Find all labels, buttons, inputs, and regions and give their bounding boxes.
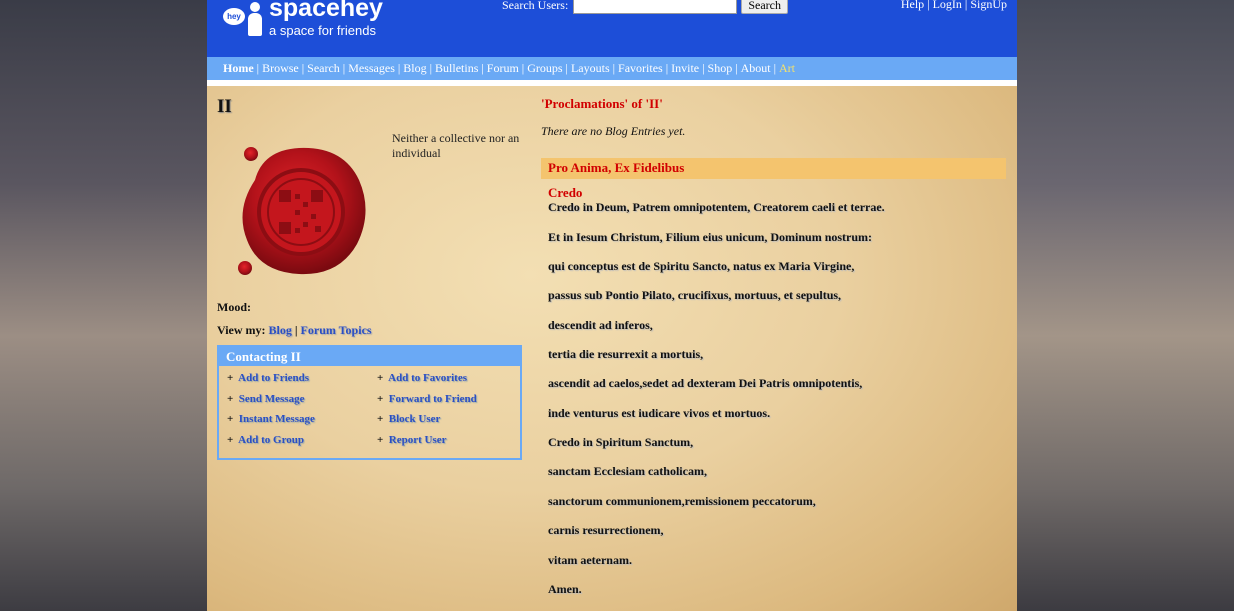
nav-search[interactable]: Search <box>307 61 340 75</box>
nav-shop[interactable]: Shop <box>708 61 733 75</box>
view-my-links: View my: Blog | Forum Topics <box>217 323 372 337</box>
profile-name: II <box>217 96 232 117</box>
credo-line: Amen. <box>548 582 582 596</box>
credo-line: inde venturus est iudicare vivos et mort… <box>548 406 771 420</box>
credo-line: carnis resurrectionem, <box>548 523 664 537</box>
send-message-link[interactable]: Send Message <box>239 393 305 405</box>
logo-bubble-icon: hey <box>223 8 245 25</box>
view-blog-link[interactable]: Blog <box>269 323 292 337</box>
credo-line: vitam aeternam. <box>548 553 632 567</box>
search-label: Search Users: <box>502 0 569 12</box>
credo-line: Credo in Deum, Patrem omnipotentem, Crea… <box>548 200 885 214</box>
nav-layouts[interactable]: Layouts <box>571 61 610 75</box>
nav-about[interactable]: About <box>741 61 771 75</box>
add-to-friends-link[interactable]: Add to Friends <box>238 372 309 384</box>
view-forum-topics-link[interactable]: Forum Topics <box>301 323 372 337</box>
user-search: Search Users: Search <box>502 0 788 14</box>
nav-browse[interactable]: Browse <box>262 61 299 75</box>
credo-line: Credo in Spiritum Sanctum, <box>548 435 694 449</box>
credo-line: descendit ad inferos, <box>548 318 653 332</box>
nav-art[interactable]: Art <box>779 61 795 75</box>
view-my-label: View my: <box>217 323 266 337</box>
contact-title: Contacting II <box>219 347 520 366</box>
page-container: hey spacehey a space for friends Search … <box>207 0 1017 611</box>
nav-invite[interactable]: Invite <box>671 61 699 75</box>
background-sky-right <box>1017 0 1234 611</box>
nav-bulletins[interactable]: Bulletins <box>435 61 478 75</box>
nav-home[interactable]: Home <box>223 61 254 75</box>
credo-line: ascendit ad caelos,sedet ad dexteram Dei… <box>548 376 863 390</box>
blurbs-title: Pro Anima, Ex Fidelibus <box>548 160 685 175</box>
logo-tagline: a space for friends <box>269 23 376 38</box>
instant-message-link[interactable]: Instant Message <box>239 413 315 425</box>
block-user-link[interactable]: Block User <box>389 413 441 425</box>
add-to-favorites-link[interactable]: Add to Favorites <box>388 372 467 384</box>
add-to-group-link[interactable]: Add to Group <box>238 434 304 446</box>
credo-title: Credo <box>548 185 583 200</box>
contact-box: Contacting II + Add to Friends + Add to … <box>217 345 522 460</box>
logo-text: spacehey <box>269 0 383 22</box>
mood-label: Mood: <box>217 300 251 314</box>
blog-empty-text: There are no Blog Entries yet. <box>541 124 686 138</box>
forward-to-friend-link[interactable]: Forward to Friend <box>389 393 477 405</box>
search-button[interactable]: Search <box>741 0 788 14</box>
blog-section-title: 'Proclamations' of 'II' <box>541 96 663 111</box>
wax-seal-profile-picture <box>238 147 366 275</box>
credo-line: Et in Iesum Christum, Filium eius unicum… <box>548 230 873 244</box>
credo-line: sanctam Ecclesiam catholicam, <box>548 464 707 478</box>
main-nav: Home | Browse | Search | Messages | Blog | Bu… <box>207 57 1017 86</box>
site-header: hey spacehey a space for friends Search … <box>207 0 1017 57</box>
report-user-link[interactable]: Report User <box>389 434 447 446</box>
login-link[interactable]: LogIn <box>933 0 962 11</box>
background-sky-left <box>0 0 207 611</box>
credo-line: qui conceptus est de Spiritu Sancto, nat… <box>548 259 855 273</box>
nav-groups[interactable]: Groups <box>527 61 562 75</box>
blurbs-header: Pro Anima, Ex Fidelibus <box>541 158 1006 179</box>
signup-link[interactable]: SignUp <box>970 0 1007 11</box>
logo-person-icon <box>247 2 263 36</box>
nav-favorites[interactable]: Favorites <box>618 61 663 75</box>
top-links: Help | LogIn | SignUp <box>901 0 1007 12</box>
credo-line: passus sub Pontio Pilato, crucifixus, mo… <box>548 288 842 302</box>
profile-left-column: II Neither a collective nor an individua… <box>217 96 522 460</box>
nav-messages[interactable]: Messages <box>348 61 395 75</box>
profile-bio: Neither a collective nor an individual <box>392 131 520 160</box>
credo-line: tertia die resurrexit a mortuis, <box>548 347 704 361</box>
nav-forum[interactable]: Forum <box>487 61 519 75</box>
help-link[interactable]: Help <box>901 0 924 11</box>
search-input[interactable] <box>573 0 738 14</box>
nav-blog[interactable]: Blog <box>403 61 426 75</box>
credo-line: sanctorum communionem,remissionem peccat… <box>548 494 816 508</box>
